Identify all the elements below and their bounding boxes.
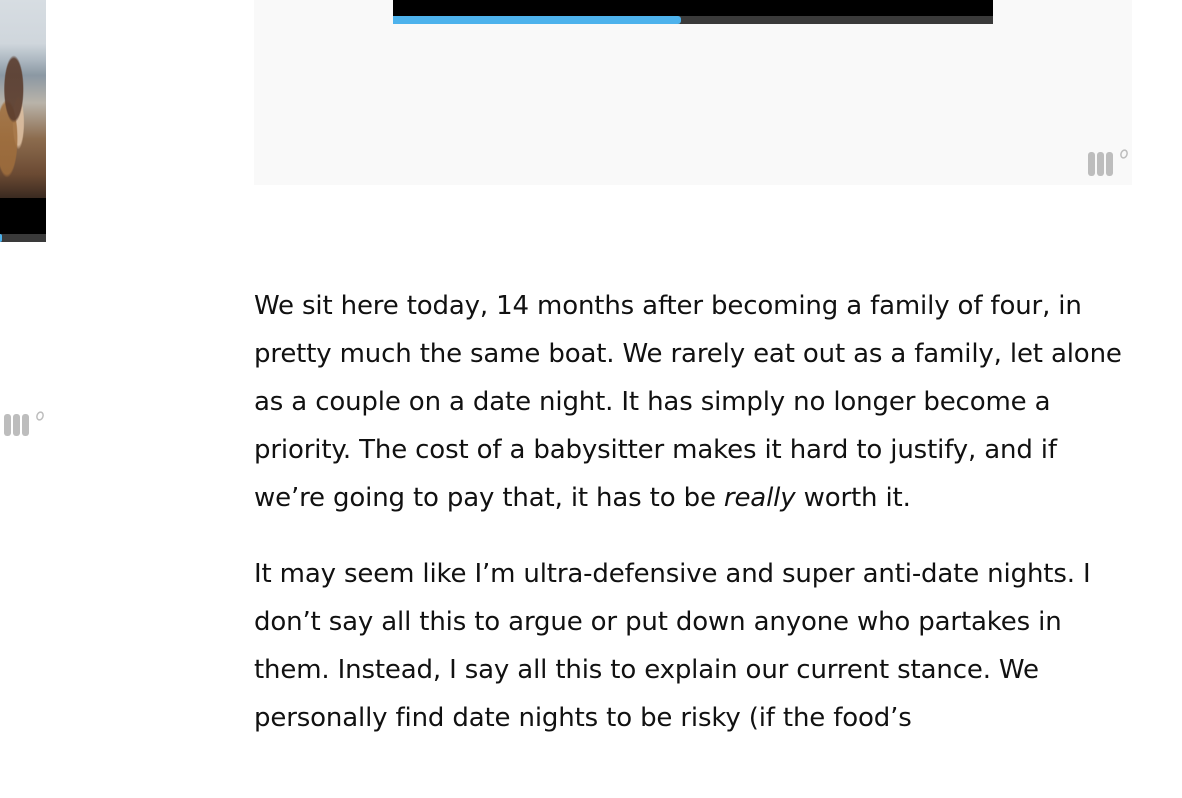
sticky-video-player[interactable] <box>0 0 46 242</box>
video-progress-track[interactable] <box>0 234 46 242</box>
article-paragraph: We sit here today, 14 months after becom… <box>254 282 1134 522</box>
article-body: We sit here today, 14 months after becom… <box>254 282 1134 770</box>
video-progress-fill <box>393 16 681 24</box>
brand-logo-icon <box>1088 146 1132 178</box>
emphasized-text: really <box>723 483 796 513</box>
video-progress-track[interactable] <box>393 16 993 24</box>
article-paragraph: It may seem like I’m ultra-defensive and… <box>254 559 1091 733</box>
paragraph-text: We sit here today, 14 months after becom… <box>254 291 1122 513</box>
video-controls-bar <box>0 198 46 234</box>
video-player-screen[interactable] <box>393 0 993 16</box>
video-thumbnail[interactable] <box>0 0 46 198</box>
video-player[interactable] <box>254 0 1132 185</box>
brand-logo-icon <box>4 408 48 438</box>
paragraph-text: worth it. <box>795 483 911 513</box>
